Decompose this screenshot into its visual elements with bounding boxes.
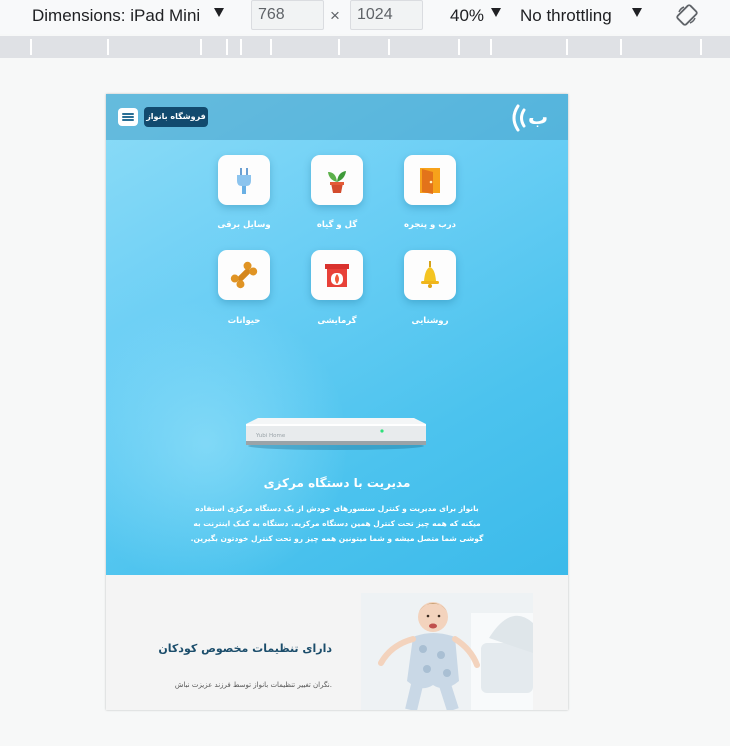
hero-title: مدیریت با دستگاه مرکزی <box>263 476 411 490</box>
shop-button[interactable]: فروشگاه بانواز <box>144 107 208 127</box>
height-input[interactable]: 1024 <box>350 0 423 30</box>
ruler-tick <box>107 39 109 55</box>
hamburger-menu-icon[interactable] <box>118 108 138 126</box>
category-label: روشنایی <box>411 316 449 326</box>
ruler-tick <box>226 39 228 55</box>
category-label: حیوانات <box>227 316 261 326</box>
device-dropdown-icon[interactable] <box>214 8 224 17</box>
category-label: گل و گیاه <box>316 220 358 230</box>
plug-icon <box>237 168 251 194</box>
category-tile-electric[interactable] <box>218 155 270 205</box>
ruler-tick <box>240 39 242 55</box>
device-selector[interactable]: Dimensions: iPad Mini <box>32 6 200 26</box>
ruler-tick <box>270 39 272 55</box>
zoom-selector[interactable]: 40% <box>450 6 484 26</box>
kids-section: دارای تنظیمات مخصوص کودکان نگران تغییر ت… <box>106 575 568 710</box>
category-label: درب و پنجره <box>403 220 457 230</box>
category-tile-lighting[interactable] <box>404 250 456 300</box>
hero-description: بانواز برای مدیریت و کنترل سنسورهای خودش… <box>190 504 484 543</box>
category-tile-animals[interactable] <box>218 250 270 300</box>
ruler-tick <box>338 39 340 55</box>
hero-section: فروشگاه بانواز ب درب و پنجره گل و گیاه و… <box>106 94 568 594</box>
bone-icon <box>230 261 258 289</box>
rotate-icon[interactable] <box>676 4 698 26</box>
ruler-tick <box>200 39 202 55</box>
kids-description: نگران تغییر تنظیمات بانواز توسط فرزند عز… <box>174 681 332 689</box>
category-label: گرمایشی <box>317 316 357 326</box>
central-hub-image: Yubi Home <box>246 418 426 450</box>
width-input[interactable]: 768 <box>251 0 324 30</box>
ruler-tick <box>30 39 32 55</box>
kids-title: دارای تنظیمات مخصوص کودکان <box>158 642 332 655</box>
ruler-tick <box>620 39 622 55</box>
category-tile-door[interactable] <box>404 155 456 205</box>
hub-brand-label: Yubi Home <box>255 433 286 439</box>
category-label: وسایل برقی <box>217 220 271 230</box>
ruler-tick <box>458 39 460 55</box>
category-tile-heating[interactable] <box>311 250 363 300</box>
throttling-selector[interactable]: No throttling <box>520 6 612 26</box>
fireplace-icon <box>325 264 349 287</box>
devtools-device-toolbar: Dimensions: iPad Mini 768 × 1024 40% No … <box>0 0 730 34</box>
device-viewport: فروشگاه بانواز ب درب و پنجره گل و گیاه و… <box>106 94 568 710</box>
dimension-separator: × <box>330 6 340 25</box>
door-icon <box>420 168 440 194</box>
bell-lamp-icon <box>421 261 439 288</box>
throttling-dropdown-icon[interactable] <box>632 8 642 17</box>
site-logo[interactable]: ب <box>506 100 552 136</box>
category-tile-plant[interactable] <box>311 155 363 205</box>
ruler-tick <box>700 39 702 55</box>
baby-photo <box>361 593 533 710</box>
site-header: فروشگاه بانواز ب <box>106 94 568 140</box>
media-query-ruler[interactable] <box>0 36 730 58</box>
ruler-tick <box>566 39 568 55</box>
logo-letter: ب <box>528 105 548 129</box>
plant-icon <box>328 171 346 193</box>
zoom-dropdown-icon[interactable] <box>491 8 501 17</box>
ruler-tick <box>490 39 492 55</box>
ruler-tick <box>388 39 390 55</box>
